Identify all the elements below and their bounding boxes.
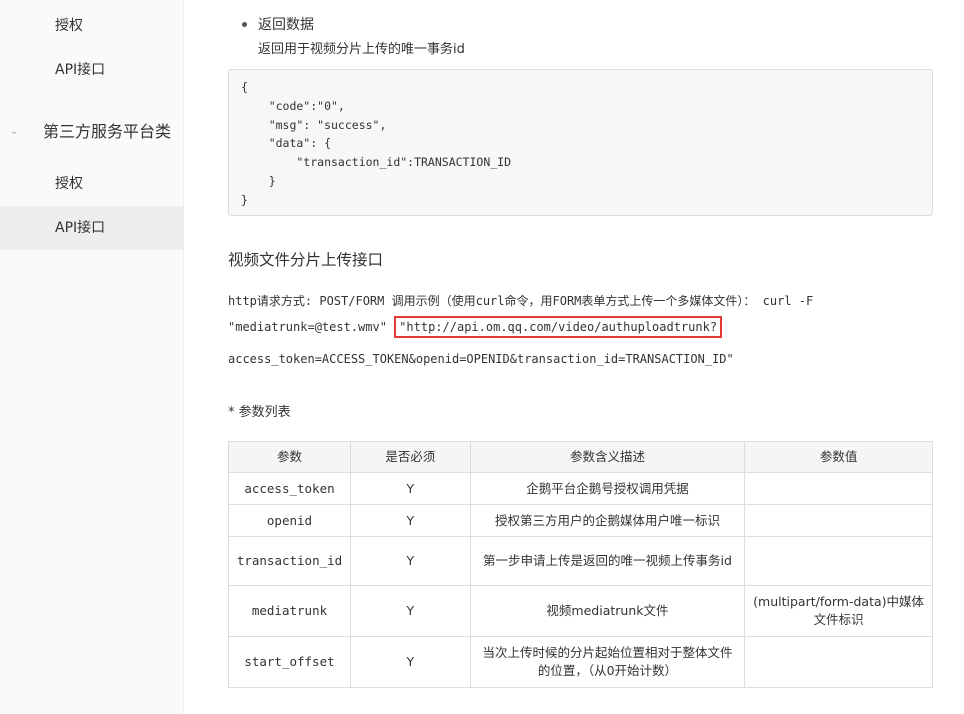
cell: access_token: [228, 472, 351, 505]
cell: 第一步申请上传是返回的唯一视频上传事务id: [469, 536, 746, 586]
table-row: transaction_id Y 第一步申请上传是返回的唯一视频上传事务id: [228, 536, 933, 586]
cell: 视频mediatrunk文件: [469, 585, 746, 637]
cell: Y: [349, 536, 471, 586]
cell: start_offset: [228, 636, 351, 688]
header-cell: 参数含义描述: [469, 441, 746, 473]
table-row: start_offset Y 当次上传时候的分片起始位置相对于整体文件的位置，（从0…: [228, 636, 933, 688]
cell: 授权第三方用户的企鹅媒体用户唯一标识: [469, 504, 746, 537]
cell: Y: [349, 504, 471, 537]
cell: 企鹅平台企鹅号授权调用凭据: [469, 472, 746, 505]
table-row: openid Y 授权第三方用户的企鹅媒体用户唯一标识: [228, 504, 933, 537]
cell: Y: [349, 585, 471, 637]
sidebar: 授权 API接口 ⌄ 第三方服务平台类 授权 API接口: [0, 0, 184, 714]
params-table: 参数 是否必须 参数含义描述 参数值 access_token Y 企鹅平台企鹅号授…: [228, 441, 933, 688]
cell: [744, 536, 933, 586]
cell: [744, 636, 933, 688]
code-block: { "code":"0", "msg": "success", "data": …: [228, 69, 933, 216]
header-cell: 是否必须: [349, 441, 471, 473]
sidebar-item-api[interactable]: API接口: [0, 48, 184, 92]
bullet-desc: 返回用于视频分片上传的唯一事务id: [258, 42, 465, 57]
cell: 当次上传时候的分片起始位置相对于整体文件的位置，（从0开始计数）: [469, 636, 746, 688]
cell: mediatrunk: [228, 585, 351, 637]
cell: openid: [228, 504, 351, 537]
table-row: mediatrunk Y 视频mediatrunk文件 (multipart/form…: [228, 585, 933, 637]
bullet-title: 返回数据: [258, 17, 314, 33]
cell: [744, 472, 933, 505]
curl-file-arg: "mediatrunk=@test.wmv": [228, 320, 395, 334]
cell: transaction_id: [228, 536, 351, 586]
sidebar-item-third-party-api[interactable]: API接口: [0, 206, 184, 250]
chevron-down-icon: ⌄: [10, 126, 19, 137]
cell: (multipart/form-data)中媒体文件标识: [744, 585, 933, 637]
api-url-highlight: "http://api.om.qq.com/video/authuploadtr…: [394, 316, 723, 338]
header-cell: 参数: [228, 441, 351, 473]
table-row: access_token Y 企鹅平台企鹅号授权调用凭据: [228, 472, 933, 505]
sidebar-group-third-party[interactable]: ⌄ 第三方服务平台类: [0, 112, 184, 152]
header-cell: 参数值: [744, 441, 933, 473]
cell: [744, 504, 933, 537]
sidebar-item-auth[interactable]: 授权: [0, 4, 184, 48]
curl-line: "mediatrunk=@test.wmv" "http://api.om.qq…: [228, 316, 723, 338]
bullet-dot: [242, 22, 247, 27]
cell: Y: [349, 636, 471, 688]
cell: Y: [349, 472, 471, 505]
curl-params-line: access_token=ACCESS_TOKEN&openid=OPENID&…: [228, 352, 734, 366]
request-line: http请求方式: POST/FORM 调用示例（使用curl命令，用FORM表…: [228, 294, 814, 308]
group-label: 第三方服务平台类: [43, 122, 172, 141]
section-heading: 视频文件分片上传接口: [228, 251, 384, 269]
sidebar-item-third-party-auth[interactable]: 授权: [0, 162, 184, 206]
params-title: * 参数列表: [228, 405, 291, 420]
table-header-row: 参数 是否必须 参数含义描述 参数值: [228, 441, 933, 473]
